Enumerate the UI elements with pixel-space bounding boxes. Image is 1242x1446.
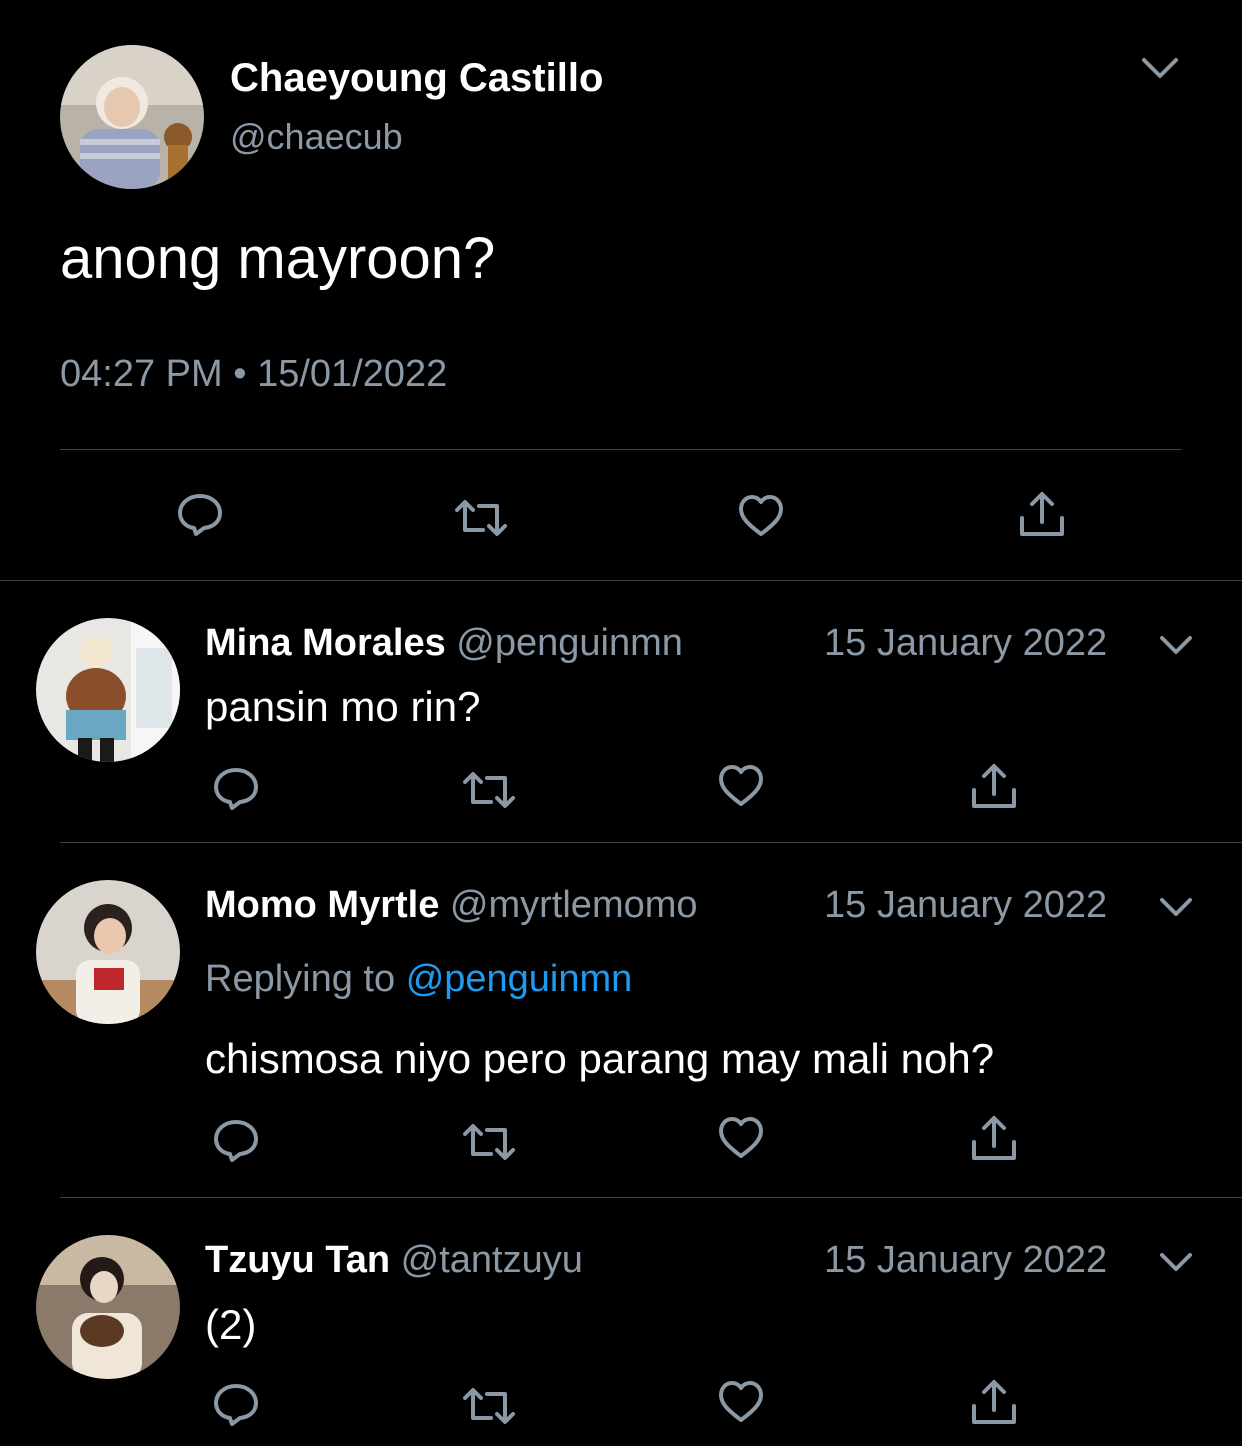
replying-to: Replying to @penguinmn: [205, 956, 632, 1002]
reply-avatar[interactable]: [36, 880, 180, 1024]
reply-date: 15 January 2022: [824, 622, 1108, 664]
reply-divider: [60, 1197, 1242, 1198]
reply-text: chismosa niyo pero parang may mali noh?: [205, 1035, 995, 1082]
reply-author-handle[interactable]: @tantzuyu: [401, 1239, 583, 1281]
tweet-text: anong mayroon?: [60, 226, 496, 291]
tweet-date: 15/01/2022: [257, 353, 448, 395]
retweet-icon[interactable]: [453, 490, 509, 546]
chevron-down-icon[interactable]: [1156, 892, 1196, 922]
main-author-handle[interactable]: @chaecub: [230, 115, 403, 159]
retweet-icon[interactable]: [461, 1378, 517, 1434]
replying-to-label: Replying to: [205, 958, 396, 1000]
reply-header: Tzuyu Tan @tantzuyu: [205, 1237, 583, 1283]
reply-divider: [60, 842, 1242, 843]
main-author-name[interactable]: Chaeyoung Castillo: [230, 54, 603, 102]
like-icon[interactable]: [713, 758, 769, 814]
retweet-icon[interactable]: [461, 762, 517, 818]
retweet-icon[interactable]: [461, 1114, 517, 1170]
like-icon[interactable]: [713, 1374, 769, 1430]
tweet-time: 04:27 PM: [60, 353, 223, 395]
reply-icon[interactable]: [208, 1112, 264, 1168]
main-author-avatar[interactable]: [60, 45, 204, 189]
chevron-down-icon[interactable]: [1156, 1247, 1196, 1277]
reply-date: 15 January 2022: [824, 884, 1108, 926]
reply-icon[interactable]: [208, 1376, 264, 1432]
chevron-down-icon[interactable]: [1156, 630, 1196, 660]
reply-header: Momo Myrtle @myrtlemomo: [205, 882, 698, 928]
reply-author-handle[interactable]: @penguinmn: [456, 622, 683, 664]
chevron-down-icon[interactable]: [1140, 54, 1180, 84]
reply-author-name[interactable]: Momo Myrtle: [205, 884, 439, 926]
divider: [60, 449, 1182, 450]
timestamp-separator: •: [233, 353, 247, 395]
reply-text: (2): [205, 1301, 257, 1348]
section-divider: [0, 580, 1242, 581]
reply-date: 15 January 2022: [824, 1239, 1108, 1281]
reply-text: pansin mo rin?: [205, 683, 481, 730]
reply-author-handle[interactable]: @myrtlemomo: [450, 884, 698, 926]
reply-icon[interactable]: [208, 760, 264, 816]
reply-author-name[interactable]: Mina Morales: [205, 622, 446, 664]
like-icon[interactable]: [733, 488, 789, 544]
share-icon[interactable]: [1014, 488, 1070, 544]
replying-to-handle[interactable]: @penguinmn: [406, 958, 633, 1000]
reply-author-name[interactable]: Tzuyu Tan: [205, 1239, 390, 1281]
share-icon[interactable]: [966, 1112, 1022, 1168]
reply-avatar[interactable]: [36, 618, 180, 762]
like-icon[interactable]: [713, 1110, 769, 1166]
reply-header: Mina Morales @penguinmn: [205, 620, 683, 666]
share-icon[interactable]: [966, 760, 1022, 816]
reply-icon[interactable]: [172, 486, 228, 542]
share-icon[interactable]: [966, 1376, 1022, 1432]
tweet-timestamp: 04:27 PM • 15/01/2022: [60, 350, 447, 398]
reply-avatar[interactable]: [36, 1235, 180, 1379]
